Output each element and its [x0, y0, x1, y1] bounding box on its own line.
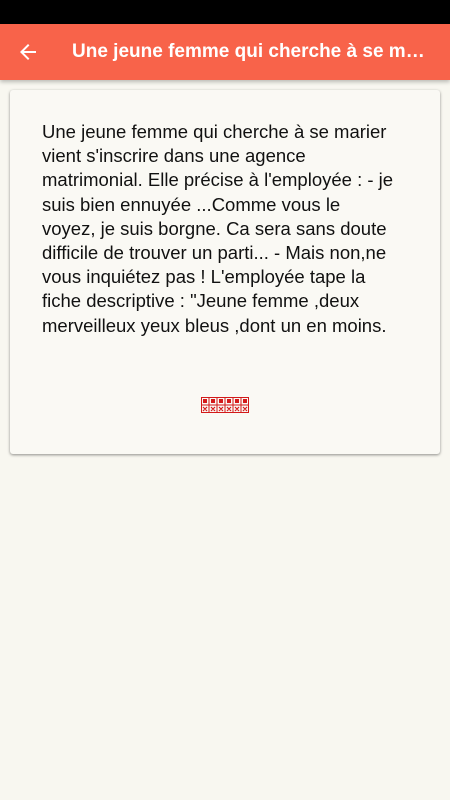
page-title: Une jeune femme qui cherche à se marier — [72, 41, 430, 62]
red-pattern-icon — [201, 397, 249, 413]
joke-card: Une jeune femme qui cherche à se marier … — [10, 90, 440, 454]
back-button[interactable] — [0, 24, 56, 80]
status-bar — [0, 0, 450, 24]
joke-text: Une jeune femme qui cherche à se marier … — [42, 121, 394, 336]
app-bar: Une jeune femme qui cherche à se marier — [0, 24, 450, 80]
arrow-left-icon — [20, 44, 36, 60]
